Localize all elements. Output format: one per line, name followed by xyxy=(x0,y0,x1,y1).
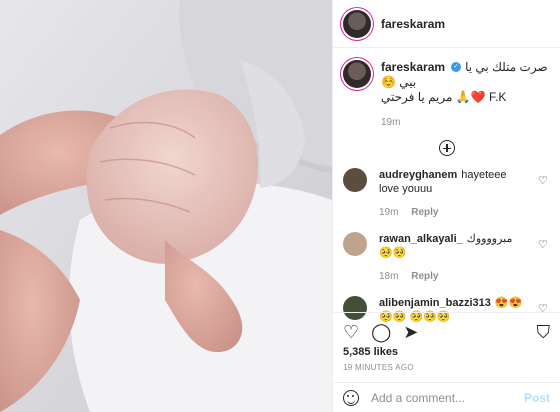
caption: fareskaram ✓ صرت متلك بي يا بيي ☺️ مريم يا… xyxy=(333,48,560,130)
avatar[interactable] xyxy=(343,9,371,38)
caption-username[interactable]: fareskaram xyxy=(381,60,445,74)
comment-username[interactable]: rawan_alkayali_ xyxy=(379,233,463,245)
heart-icon[interactable]: ♡ xyxy=(343,322,359,343)
post-comment-button[interactable]: Post xyxy=(524,391,550,405)
plus-icon[interactable] xyxy=(438,140,455,156)
reply-button[interactable]: Reply xyxy=(411,207,438,218)
reply-button[interactable]: Reply xyxy=(411,271,438,282)
like-count[interactable]: 5,385 likes xyxy=(343,346,398,358)
comment-age: 19m xyxy=(379,207,399,218)
comment-list: audreyghanem hayeteee love youuu 19m Repl… xyxy=(333,168,560,324)
baby-hand-photo xyxy=(0,0,332,412)
post-username[interactable]: fareskaram xyxy=(381,17,445,31)
post-sidebar: fareskaram fareskaram ✓ صرت متلك بي يا بيي… xyxy=(332,0,560,412)
comment-age: 18m xyxy=(379,271,399,282)
comment-icon[interactable]: ◯ xyxy=(371,322,391,343)
comment-username[interactable]: audreyghanem xyxy=(379,169,457,181)
post-header: fareskaram xyxy=(333,0,560,48)
comment-body: audreyghanem hayeteee love youuu 19m Repl… xyxy=(379,168,529,220)
caption-age: 19m xyxy=(381,117,401,128)
load-more-comments[interactable] xyxy=(333,140,560,156)
comment-rawan: rawan_alkayali_ مبرووووك 🥺🥺 18m Reply ♡ xyxy=(343,232,550,284)
comment-like-heart-icon[interactable]: ♡ xyxy=(538,174,548,187)
save-icon[interactable]: ⛉ xyxy=(537,322,551,343)
caption-body: fareskaram ✓ صرت متلك بي يا بيي ☺️ مريم يا… xyxy=(381,60,550,130)
comment-audreyghanem: audreyghanem hayeteee love youuu 19m Repl… xyxy=(343,168,550,220)
comment-avatar[interactable] xyxy=(343,168,367,192)
comment-body: rawan_alkayali_ مبرووووك 🥺🥺 18m Reply xyxy=(379,232,529,284)
emoji-icon[interactable] xyxy=(343,389,359,406)
instagram-post: fareskaram fareskaram ✓ صرت متلك بي يا بيي… xyxy=(0,0,560,412)
caption-avatar[interactable] xyxy=(343,60,371,88)
post-image xyxy=(0,0,332,412)
verified-badge-icon: ✓ xyxy=(451,61,462,72)
comment-username[interactable]: alibenjamin_bazzi313 xyxy=(379,297,491,309)
add-comment-bar: Post xyxy=(333,382,560,412)
comment-like-heart-icon[interactable]: ♡ xyxy=(538,238,548,251)
caption-line2: مريم يا فرحتي 🙏❤️ F.K xyxy=(381,90,507,104)
add-comment-input[interactable] xyxy=(369,389,523,406)
comment-avatar[interactable] xyxy=(343,232,367,256)
share-icon[interactable]: ➤ xyxy=(403,322,418,343)
comment-meta: 19m Reply xyxy=(379,206,529,220)
comment-meta: 18m Reply xyxy=(379,270,529,284)
post-timestamp: 19 MINUTES AGO xyxy=(343,363,414,372)
